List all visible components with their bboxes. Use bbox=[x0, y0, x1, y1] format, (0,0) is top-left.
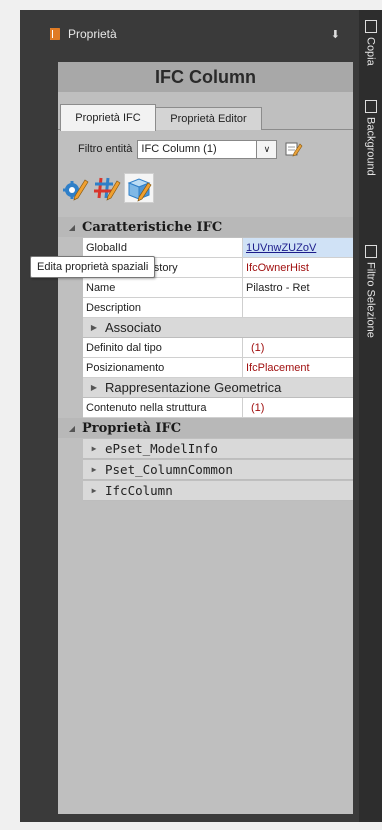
group-associato[interactable]: ▶ Associato bbox=[83, 318, 353, 338]
copy-icon bbox=[364, 20, 377, 33]
prop-name: Name bbox=[83, 278, 243, 297]
prop-value[interactable]: (1) bbox=[243, 398, 353, 417]
pset-row[interactable]: ▶ ePset_ModelInfo bbox=[83, 439, 353, 459]
pset-row[interactable]: ▶ IfcColumn bbox=[83, 481, 353, 501]
group-rappresentazione-geometrica[interactable]: ▶ Rappresentazione Geometrica bbox=[83, 378, 353, 398]
properties-book-icon bbox=[50, 28, 60, 40]
tab-background-label: Background bbox=[364, 117, 377, 176]
group-label: Proprietà IFC bbox=[82, 420, 182, 436]
prop-name: GlobalId bbox=[83, 238, 243, 257]
prop-row-posizionamento[interactable]: Posizionamento IfcPlacement bbox=[83, 358, 353, 378]
group-label: Caratteristiche IFC bbox=[82, 219, 223, 235]
edit-hash-button[interactable] bbox=[92, 173, 122, 203]
filter-value: IFC Column (1) bbox=[141, 143, 217, 155]
edit-hash-icon bbox=[94, 177, 121, 201]
prop-name: Definito dal tipo bbox=[83, 338, 243, 357]
edit-properties-icon bbox=[63, 179, 89, 201]
collapse-icon[interactable]: ◢ bbox=[62, 423, 82, 433]
edit-spatial-button[interactable] bbox=[124, 173, 154, 203]
prop-row-contenuto[interactable]: Contenuto nella struttura (1) bbox=[83, 398, 353, 418]
collapse-icon[interactable]: ◢ bbox=[62, 222, 82, 232]
prop-row-globalid[interactable]: GlobalId 1UVnwZUZoV bbox=[83, 238, 353, 258]
expand-icon[interactable]: ▶ bbox=[83, 383, 105, 392]
panel-titlebar: Proprietà ⬇ bbox=[50, 22, 348, 46]
prop-value[interactable]: IfcPlacement bbox=[243, 358, 353, 377]
expand-icon[interactable]: ▶ bbox=[83, 465, 105, 474]
pset-row[interactable]: ▶ Pset_ColumnCommon bbox=[83, 460, 353, 480]
tab-copia[interactable]: Copia bbox=[359, 20, 382, 66]
background-icon bbox=[364, 100, 377, 113]
tab-filtro-label: Filtro Selezione bbox=[364, 262, 377, 338]
tooltip: Edita proprietà spaziali bbox=[30, 256, 156, 278]
group-proprieta-ifc[interactable]: ◢ Proprietà IFC bbox=[58, 418, 353, 438]
group-label: Rappresentazione Geometrica bbox=[105, 380, 282, 395]
properties-panel: IFC Column Proprietà IFC Proprietà Edito… bbox=[58, 62, 353, 814]
chevron-down-icon[interactable]: ∨ bbox=[257, 139, 278, 159]
toolbar bbox=[58, 168, 353, 208]
prop-row-name[interactable]: Name Pilastro - Ret bbox=[83, 278, 353, 298]
expand-icon[interactable]: ▶ bbox=[83, 444, 105, 453]
prop-row-description[interactable]: Description bbox=[83, 298, 353, 318]
prop-value[interactable]: Pilastro - Ret bbox=[243, 278, 353, 297]
tab-proprieta-ifc[interactable]: Proprietà IFC bbox=[60, 104, 156, 131]
prop-row-definito-dal-tipo[interactable]: Definito dal tipo (1) bbox=[83, 338, 353, 358]
expand-icon[interactable]: ▶ bbox=[83, 486, 105, 495]
pset-label: IfcColumn bbox=[105, 483, 173, 498]
prop-value[interactable]: (1) bbox=[243, 338, 353, 357]
entity-filter-row: Filtro entità IFC Column (1) ∨ bbox=[58, 138, 353, 160]
prop-value[interactable] bbox=[243, 298, 353, 317]
edit-filter-icon[interactable] bbox=[285, 141, 303, 157]
tab-proprieta-editor[interactable]: Proprietà Editor bbox=[155, 107, 262, 130]
prop-name: Contenuto nella struttura bbox=[83, 398, 243, 417]
filter-label: Filtro entità bbox=[78, 143, 133, 155]
prop-value[interactable]: IfcOwnerHist bbox=[243, 258, 353, 277]
tab-filtro-selezione[interactable]: Filtro Selezione bbox=[359, 245, 382, 338]
right-tab-strip: Copia Background Filtro Selezione bbox=[359, 10, 382, 822]
tab-copia-label: Copia bbox=[364, 37, 377, 66]
prop-name: Description bbox=[83, 298, 243, 317]
group-caratteristiche-ifc[interactable]: ◢ Caratteristiche IFC bbox=[58, 217, 353, 237]
entity-filter-select[interactable]: IFC Column (1) bbox=[137, 139, 258, 159]
pin-icon[interactable]: ⬇ bbox=[331, 28, 340, 41]
prop-name: Posizionamento bbox=[83, 358, 243, 377]
pset-label: Pset_ColumnCommon bbox=[105, 462, 233, 477]
entity-header: IFC Column bbox=[58, 62, 353, 92]
filter-icon bbox=[364, 245, 377, 258]
edit-properties-button[interactable] bbox=[60, 173, 90, 203]
group-label: Associato bbox=[105, 320, 162, 335]
edit-spatial-icon bbox=[127, 178, 152, 202]
prop-value[interactable]: 1UVnwZUZoV bbox=[243, 238, 353, 257]
tab-bar: Proprietà IFC Proprietà Editor bbox=[58, 104, 353, 131]
panel-title: Proprietà bbox=[68, 27, 117, 41]
tab-background[interactable]: Background bbox=[359, 100, 382, 176]
expand-icon[interactable]: ▶ bbox=[83, 323, 105, 332]
pset-label: ePset_ModelInfo bbox=[105, 441, 218, 456]
